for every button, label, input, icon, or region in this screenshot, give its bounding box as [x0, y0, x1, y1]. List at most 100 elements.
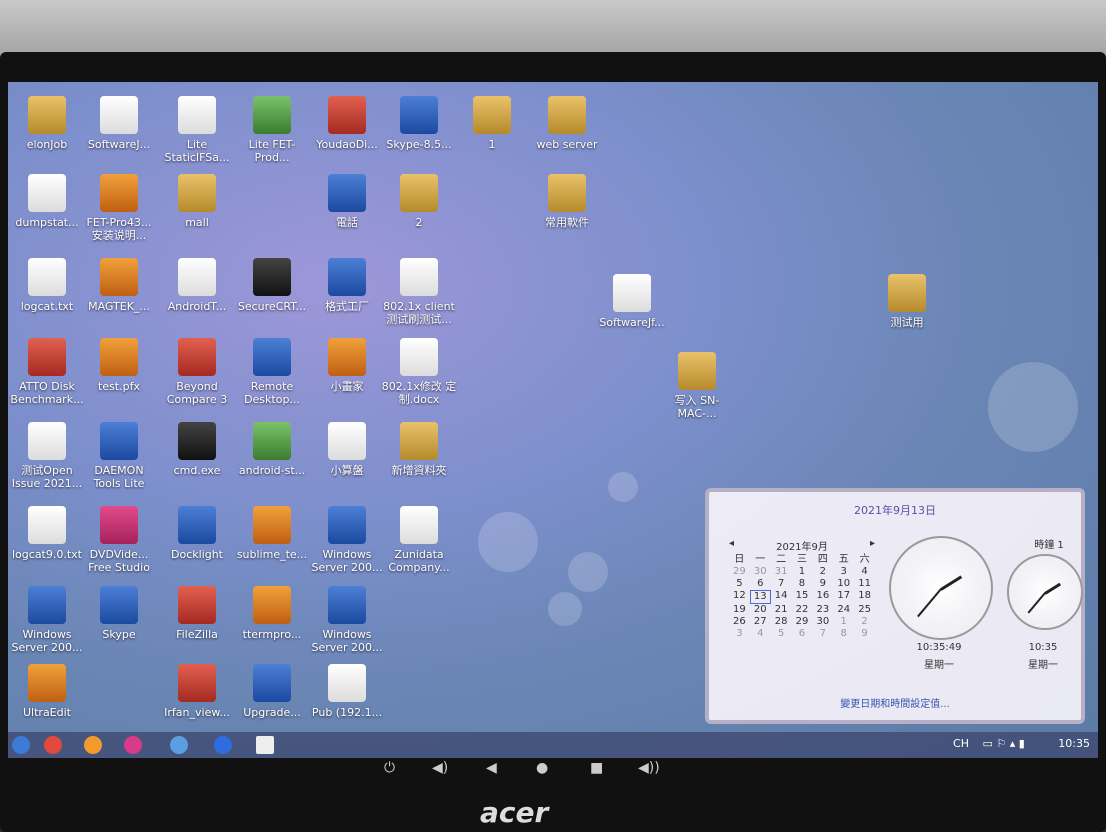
desktop-icon[interactable]: DVDVide... Free Studio [80, 502, 158, 594]
desktop-icon[interactable]: MAGTEK_... [80, 254, 158, 346]
desktop-icon[interactable]: Windows Server 200... [308, 502, 386, 594]
desktop-icon[interactable]: Lite FET-Prod... [233, 92, 311, 184]
desktop-icon[interactable]: AndroidT... [158, 254, 236, 346]
desktop-icon[interactable]: 小算盤 [308, 418, 386, 510]
next-month-button[interactable]: ▸ [870, 538, 875, 549]
calendar-day[interactable]: 12 [729, 590, 750, 604]
calendar-day[interactable]: 6 [750, 578, 771, 590]
desktop-icon[interactable]: 1 [453, 92, 531, 184]
calendar-day[interactable]: 14 [771, 590, 792, 604]
change-datetime-settings-link[interactable]: 變更日期和時間設定值... [709, 695, 1081, 710]
calendar-day[interactable]: 26 [729, 616, 750, 628]
desktop-icon[interactable]: logcat.txt [8, 254, 86, 346]
calendar-day[interactable]: 4 [854, 566, 875, 578]
desktop-icon[interactable]: DAEMON Tools Lite [80, 418, 158, 510]
desktop-icon[interactable]: 写入 SN-MAC-... [658, 348, 736, 440]
taskbar-app2-icon[interactable] [214, 736, 232, 754]
calendar-day[interactable]: 23 [812, 604, 833, 616]
desktop-icon[interactable]: 2 [380, 170, 458, 262]
calendar-day[interactable]: 29 [792, 616, 813, 628]
calendar-day[interactable]: 30 [750, 566, 771, 578]
monitor-button[interactable]: ■ [590, 760, 603, 776]
desktop-icon-label: Pub (192.1... [311, 706, 383, 719]
desktop-icon[interactable]: 测试用 [868, 270, 946, 362]
start-button[interactable] [12, 736, 30, 754]
taskbar-app-icon[interactable] [170, 736, 188, 754]
pink-icon [100, 506, 138, 544]
calendar-day[interactable]: 2 [812, 566, 833, 578]
calendar-day[interactable]: 8 [792, 578, 813, 590]
calendar-day[interactable]: 9 [854, 628, 875, 640]
calendar-day[interactable]: 9 [812, 578, 833, 590]
prev-month-button[interactable]: ◂ [729, 538, 734, 549]
calendar-day[interactable]: 1 [833, 616, 854, 628]
desktop-icon[interactable]: Remote Desktop... [233, 334, 311, 426]
taskbar-chrome-icon[interactable] [44, 736, 62, 754]
calendar-day[interactable]: 16 [812, 590, 833, 604]
calendar-day[interactable]: 8 [833, 628, 854, 640]
calendar-day[interactable]: 2 [854, 616, 875, 628]
calendar-day[interactable]: 1 [792, 566, 813, 578]
calendar-day[interactable]: 19 [729, 604, 750, 616]
calendar-day[interactable]: 24 [833, 604, 854, 616]
calendar-day[interactable]: 17 [833, 590, 854, 604]
calendar-day[interactable]: 10 [833, 578, 854, 590]
calendar-day[interactable]: 7 [771, 578, 792, 590]
calendar-day[interactable]: 4 [750, 628, 771, 640]
calendar-day[interactable]: 30 [812, 616, 833, 628]
monitor-button[interactable]: ◀ [486, 760, 497, 776]
monitor-button[interactable]: ◀) [432, 760, 448, 776]
desktop-icon[interactable]: test.pfx [80, 334, 158, 426]
calendar-day[interactable]: 13 [749, 590, 771, 604]
calendar-day[interactable]: 6 [792, 628, 813, 640]
calendar-day[interactable]: 18 [854, 590, 875, 604]
calendar-day[interactable]: 5 [729, 578, 750, 590]
full-date-link[interactable]: 2021年9月13日 [709, 502, 1081, 518]
desktop-icon[interactable]: cmd.exe [158, 418, 236, 510]
desktop-icon[interactable]: 常用軟件 [528, 170, 606, 262]
desktop-icon[interactable]: 小畫家 [308, 334, 386, 426]
desktop-icon[interactable]: 格式工厂 [308, 254, 386, 346]
calendar-day[interactable]: 11 [854, 578, 875, 590]
desktop-icon[interactable]: Zunidata Company... [380, 502, 458, 594]
desktop-icon[interactable]: 802.1x client 测试刷测试... [380, 254, 458, 346]
calendar-day[interactable]: 3 [729, 628, 750, 640]
desktop-icon[interactable]: android-st... [233, 418, 311, 510]
desktop-icon[interactable]: FET-Pro43... 安装说明... [80, 170, 158, 262]
taskbar-firefox-icon[interactable] [84, 736, 102, 754]
desktop-icon[interactable]: logcat9.0.txt [8, 502, 86, 594]
monitor-button[interactable]: ⏻ [384, 760, 395, 776]
desktop-icon[interactable]: dumpstat... [8, 170, 86, 262]
calendar-day[interactable]: 29 [729, 566, 750, 578]
calendar-day[interactable]: 15 [792, 590, 813, 604]
calendar-day[interactable]: 22 [792, 604, 813, 616]
tray-language[interactable]: CH [953, 737, 969, 750]
month-label[interactable]: 2021年9月 [776, 542, 828, 553]
calendar-day[interactable]: 25 [854, 604, 875, 616]
desktop-icon[interactable]: ATTO Disk Benchmark... [8, 334, 86, 426]
calendar-day[interactable]: 21 [771, 604, 792, 616]
desktop-icon[interactable]: Skype [80, 582, 158, 674]
desktop-icon[interactable]: mall [158, 170, 236, 262]
calendar-day[interactable]: 20 [750, 604, 771, 616]
calendar-day[interactable]: 7 [812, 628, 833, 640]
taskbar-explorer-icon[interactable] [256, 736, 274, 754]
desktop-icon[interactable]: sublime_te... [233, 502, 311, 594]
desktop-icon[interactable]: Beyond Compare 3 [158, 334, 236, 426]
tray-clock[interactable]: 10:35 [1058, 737, 1090, 750]
desktop-icon[interactable]: 测试Open Issue 2021... [8, 418, 86, 510]
desktop-icon[interactable]: SecureCRT... [233, 254, 311, 346]
calendar-day[interactable]: 5 [771, 628, 792, 640]
desktop-icon[interactable]: 802.1x修改 定制.docx [380, 334, 458, 426]
taskbar-fs-icon[interactable] [124, 736, 142, 754]
calendar-day[interactable]: 27 [750, 616, 771, 628]
monitor-button[interactable]: ◀)) [638, 760, 660, 776]
calendar-day[interactable]: 31 [771, 566, 792, 578]
desktop-icon[interactable]: 電話 [308, 170, 386, 262]
calendar-day[interactable]: 28 [771, 616, 792, 628]
monitor-button[interactable]: ● [536, 760, 548, 776]
desktop-icon[interactable]: 新增資料夾 [380, 418, 458, 510]
desktop-icon[interactable]: Docklight [158, 502, 236, 594]
calendar-day[interactable]: 3 [833, 566, 854, 578]
red-icon [178, 586, 216, 624]
